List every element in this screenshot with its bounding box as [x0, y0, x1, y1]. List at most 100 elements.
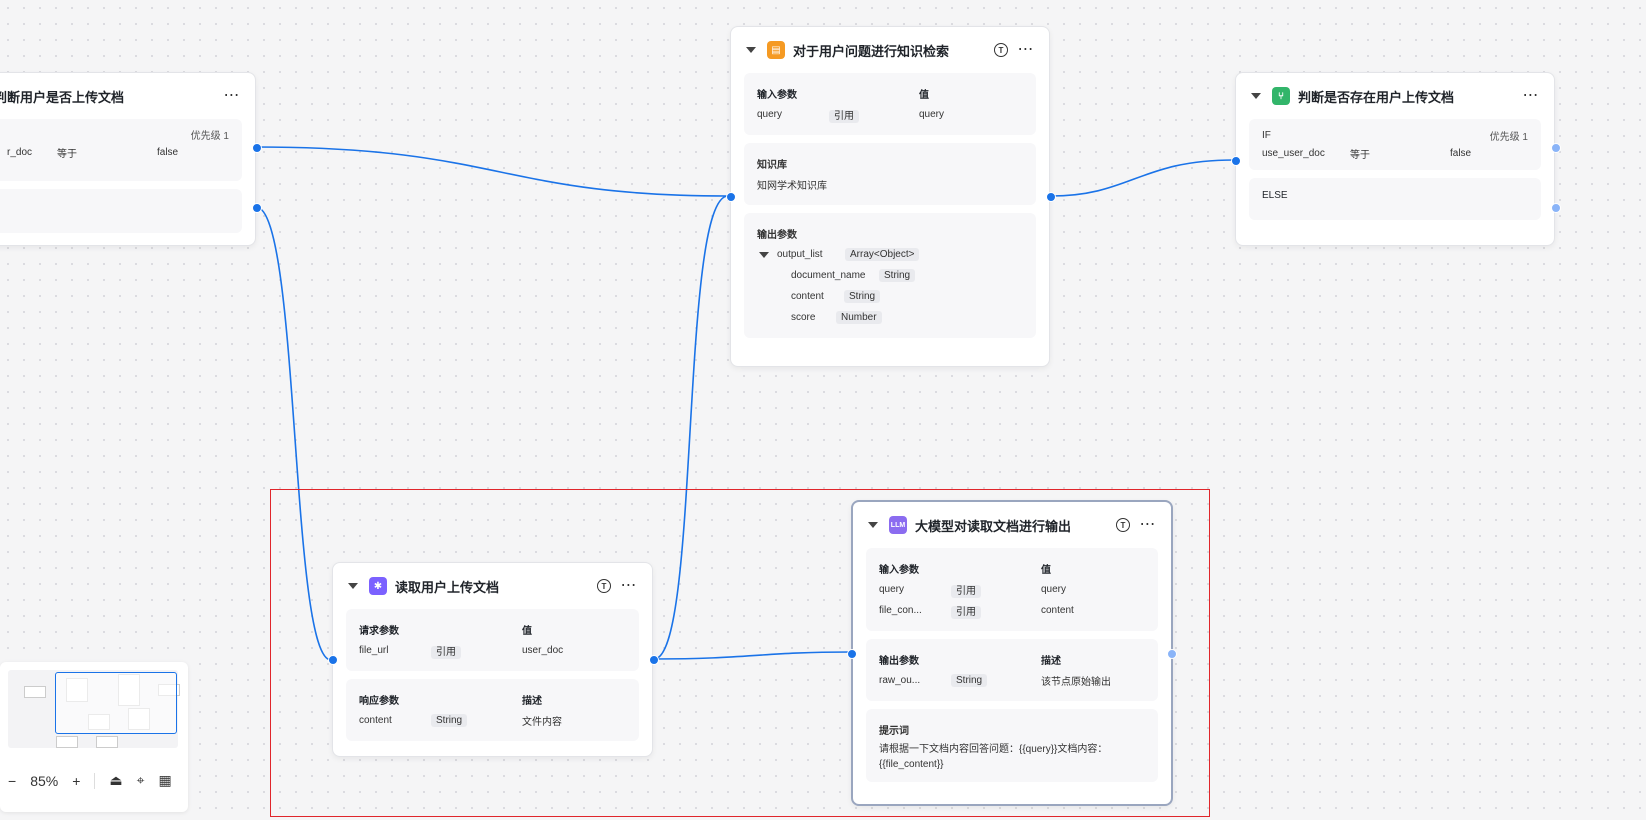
node-header: ✱ 读取用户上传文档 T ⋯ [346, 563, 639, 609]
port-out[interactable] [1046, 192, 1056, 202]
request-params-header: 请求参数 [359, 626, 399, 637]
param-name: query [879, 584, 905, 595]
minimap-node [96, 736, 118, 748]
param-type-tag: 引用 [951, 606, 981, 619]
if-label: IF [1262, 129, 1271, 141]
param-type-tag: String [951, 674, 988, 687]
minimap-node [24, 686, 46, 698]
toolbar-divider [94, 772, 96, 789]
port-if-out[interactable] [1551, 143, 1561, 153]
zoom-level[interactable]: 85% [30, 773, 58, 789]
response-params-header: 响应参数 [359, 696, 399, 707]
test-run-icon[interactable]: T [597, 579, 611, 593]
edge-cond-to-knowledge [255, 146, 729, 197]
param-value: user_doc [522, 645, 564, 656]
condition-icon: ⑂ [1272, 87, 1290, 105]
output-name: content [791, 291, 824, 302]
port-in[interactable] [726, 192, 736, 202]
zoom-out-button[interactable]: − [8, 773, 16, 789]
input-params-header: 输入参数 [757, 90, 797, 101]
knowledge-icon: ▤ [767, 41, 785, 59]
minimap[interactable] [8, 670, 180, 748]
output-row: output_list Array<Object> [757, 244, 1023, 265]
edge-cond-to-readdoc [255, 206, 332, 661]
collapse-caret-icon[interactable] [746, 47, 756, 53]
output-name: output_list [777, 249, 823, 260]
test-run-icon[interactable]: T [994, 43, 1008, 57]
collapse-caret-icon[interactable] [868, 522, 878, 528]
output-name: document_name [791, 270, 866, 281]
node-title: 对于用户问题进行知识检索 [793, 43, 950, 59]
edge-readdoc-to-knowledge [653, 195, 729, 660]
collapse-caret-icon[interactable] [348, 583, 358, 589]
layout-icon[interactable]: ▦ [159, 772, 172, 789]
param-name: file_url [359, 645, 389, 656]
param-value: content [1041, 605, 1074, 616]
param-type-tag: 引用 [951, 585, 981, 598]
param-type-tag: 引用 [829, 110, 859, 123]
condition-node-left[interactable]: 判断用户是否上传文档 ⋯ 优先级 1 r_doc 等于 false [0, 72, 262, 246]
output-name: score [791, 312, 816, 323]
value-header: 值 [919, 90, 929, 101]
desc-header: 描述 [522, 696, 542, 707]
output-type-tag: Number [836, 311, 882, 324]
param-value: query [1041, 584, 1067, 595]
more-icon[interactable]: ⋯ [222, 88, 242, 104]
output-type-tag: String [879, 269, 916, 282]
param-desc: 文件内容 [522, 717, 562, 728]
minimap-viewport[interactable] [55, 672, 177, 734]
edge-knowledge-to-cond [1050, 159, 1235, 197]
prompt-section: 提示词 请根据一下文档内容回答问题：{{query}}文档内容：{{file_c… [866, 709, 1158, 782]
input-params-section: 输入参数 值 query 引用 query file_con... 引用 con… [866, 548, 1158, 631]
port-if-out[interactable] [252, 143, 262, 153]
param-name: file_con... [879, 605, 922, 616]
read-doc-node[interactable]: ✱ 读取用户上传文档 T ⋯ 请求参数 值 file_url 引用 user_d… [328, 562, 659, 757]
node-header: ▤ 对于用户问题进行知识检索 T ⋯ [744, 27, 1036, 73]
edge-readdoc-to-llm [653, 651, 852, 660]
more-icon[interactable]: ⋯ [1521, 88, 1541, 104]
response-params-section: 响应参数 描述 content String 文件内容 [346, 679, 639, 741]
minimap-node [56, 736, 78, 748]
priority-label: 优先级 1 [190, 131, 229, 142]
output-params-header: 输出参数 [757, 230, 797, 241]
knowledge-base-section: 知识库 知网学术知识库 [744, 143, 1036, 205]
more-icon[interactable]: ⋯ [619, 578, 639, 594]
condition-row: r_doc 等于 false [7, 142, 229, 163]
value-header: 值 [1041, 565, 1051, 576]
node-title: 判断用户是否上传文档 [0, 89, 125, 105]
value-header: 值 [522, 626, 532, 637]
param-type-tag: String [431, 714, 468, 727]
port-out[interactable] [649, 655, 659, 665]
locate-icon[interactable]: ⌖ [137, 772, 145, 789]
llm-node[interactable]: LLM 大模型对读取文档进行输出 T ⋯ 输入参数 值 query 引用 que… [847, 500, 1177, 806]
minimap-panel: − 85% + ⏏ ⌖ ▦ [0, 662, 188, 812]
port-else-out[interactable] [252, 203, 262, 213]
port-else-out[interactable] [1551, 203, 1561, 213]
port-out[interactable] [1167, 649, 1177, 659]
node-header: 判断用户是否上传文档 ⋯ [0, 73, 242, 119]
kb-header: 知识库 [757, 160, 787, 171]
output-row: content String [757, 286, 1023, 307]
more-icon[interactable]: ⋯ [1016, 42, 1036, 58]
collapse-caret-icon[interactable] [1251, 93, 1261, 99]
zoom-toolbar: − 85% + ⏏ ⌖ ▦ [8, 772, 172, 789]
port-in[interactable] [1231, 156, 1241, 166]
condition-node-right[interactable]: ⑂ 判断是否存在用户上传文档 ⋯ IF 优先级 1 use_user_doc 等… [1231, 72, 1561, 246]
prompt-text: 请根据一下文档内容回答问题：{{query}}文档内容：{{file_conte… [879, 744, 1108, 770]
knowledge-node[interactable]: ▤ 对于用户问题进行知识检索 T ⋯ 输入参数 值 query 引用 query… [726, 26, 1056, 367]
output-params-section: 输出参数 output_list Array<Object> document_… [744, 213, 1036, 338]
param-name: content [359, 715, 392, 726]
port-in[interactable] [328, 655, 338, 665]
condition-op: 等于 [57, 149, 77, 160]
node-title: 判断是否存在用户上传文档 [1298, 89, 1455, 105]
else-label: ELSE [1262, 190, 1288, 201]
condition-value: false [1450, 148, 1472, 159]
param-type-tag: 引用 [431, 646, 461, 659]
output-type-tag: String [844, 290, 881, 303]
test-run-icon[interactable]: T [1116, 518, 1130, 532]
zoom-in-button[interactable]: + [72, 773, 80, 789]
pointer-mode-icon[interactable]: ⏏ [109, 772, 122, 789]
more-icon[interactable]: ⋯ [1138, 517, 1158, 533]
port-in[interactable] [847, 649, 857, 659]
expand-caret-icon[interactable] [759, 251, 769, 258]
